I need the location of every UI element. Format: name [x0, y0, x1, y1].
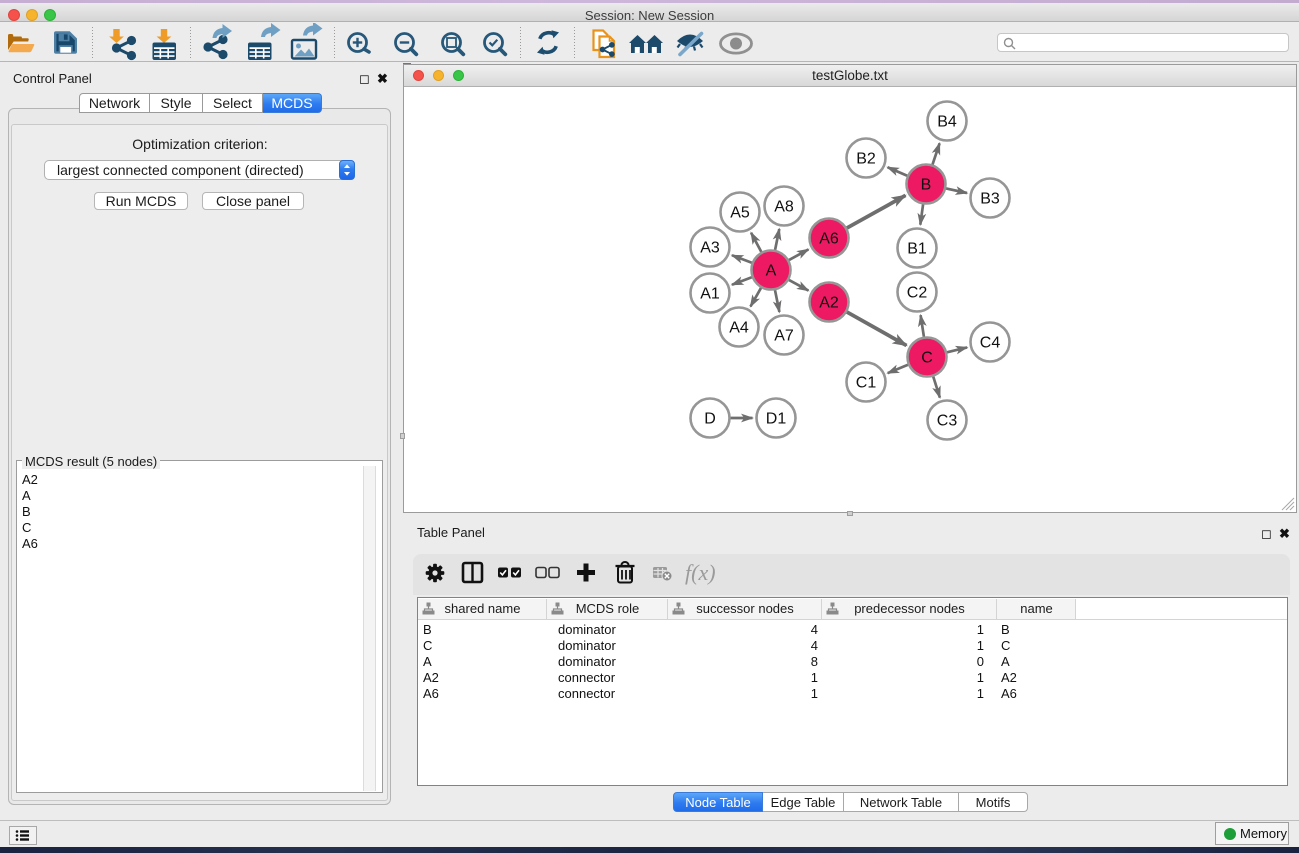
svg-text:C3: C3	[937, 413, 958, 430]
svg-text:A1: A1	[700, 286, 720, 303]
svg-text:A: A	[766, 263, 777, 280]
svg-text:B2: B2	[856, 151, 876, 168]
svg-text:C1: C1	[856, 375, 877, 392]
svg-text:B: B	[921, 177, 932, 194]
svg-text:A4: A4	[729, 320, 749, 337]
svg-text:C4: C4	[980, 335, 1001, 352]
svg-text:A7: A7	[774, 328, 794, 345]
svg-text:A2: A2	[819, 295, 839, 312]
svg-text:B3: B3	[980, 191, 1000, 208]
svg-text:A3: A3	[700, 240, 720, 257]
svg-text:B4: B4	[937, 114, 957, 131]
svg-text:D1: D1	[766, 411, 787, 428]
svg-text:B1: B1	[907, 241, 927, 258]
svg-text:D: D	[704, 411, 716, 428]
svg-text:C2: C2	[907, 285, 928, 302]
svg-text:f(x): f(x)	[685, 560, 716, 585]
svg-text:C: C	[921, 350, 933, 367]
svg-text:A5: A5	[730, 205, 750, 222]
svg-text:A6: A6	[819, 231, 839, 248]
svg-text:A8: A8	[774, 199, 794, 216]
